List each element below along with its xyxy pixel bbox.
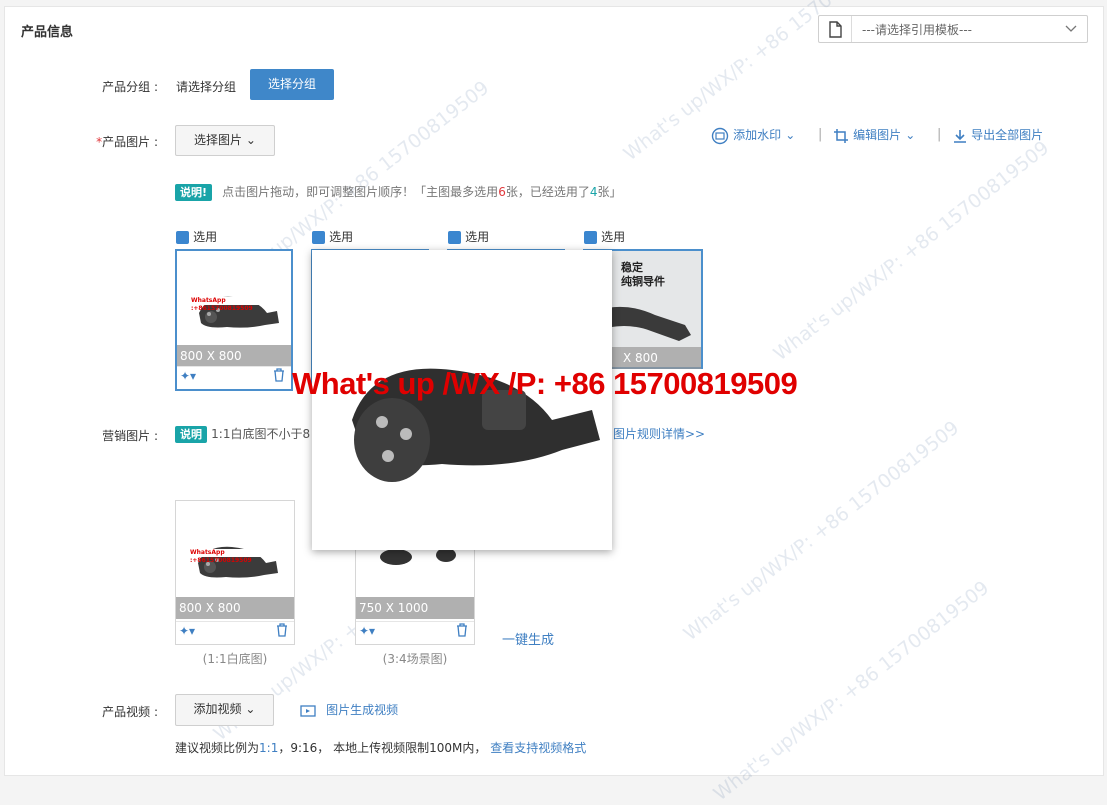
image-size: 750 X 1000 [356, 597, 474, 619]
document-icon [819, 16, 852, 42]
tip-text: 点击图片拖动，即可调整图片顺序！「主图最多选用 [222, 185, 499, 199]
tip-text: 张，已经选用了 [505, 185, 590, 199]
one-click-generate-link[interactable]: 一键生成 [502, 629, 554, 648]
check-icon [584, 231, 597, 244]
note-text: ，9:16， 本地上传视频限制100M内， [278, 741, 487, 755]
card-tools: ✦▾ [176, 621, 294, 644]
export-all-label: 导出全部图片 [971, 128, 1044, 142]
magic-wand-icon[interactable]: ✦▾ [359, 624, 375, 638]
product-images-label: *产品图片 : [68, 133, 158, 150]
check-icon [312, 231, 325, 244]
select-checkbox[interactable]: 选用 [584, 228, 625, 245]
check-icon [176, 231, 189, 244]
download-icon [954, 129, 966, 143]
marketing-badge: 说明 [175, 426, 207, 443]
marketing-image-card[interactable]: WhatsApp :+8615700819509 800 X 800 ✦▾ [175, 500, 295, 645]
marketing-label: 营销图片 : [102, 429, 158, 443]
chevron-down-icon: ⌄ [905, 128, 916, 142]
tip-badge: 说明! [175, 184, 213, 201]
card-tools: ✦▾ [356, 621, 474, 644]
product-image-card[interactable]: WhatsApp :+8615700819509 800 X 800 ✦▾ [175, 249, 293, 391]
video-formats-link[interactable]: 查看支持视频格式 [490, 741, 586, 755]
panel-title: 产品信息 [21, 25, 74, 40]
image-size: 800 X 800 [177, 345, 291, 367]
add-video-label: 添加视频 [193, 702, 242, 716]
crop-icon [834, 128, 848, 143]
watermark-action[interactable]: 添加水印 ⌄ [711, 126, 795, 145]
video-icon [300, 704, 316, 717]
watermark-label: 添加水印 [733, 128, 782, 142]
video-label: 产品视频 : [102, 705, 158, 719]
select-images-label: 选择图片 [194, 133, 243, 147]
image-rules-link[interactable]: 图片规则详情>> [613, 425, 705, 442]
select-checkbox[interactable]: 选用 [312, 228, 353, 245]
whatsapp-banner: WhatsApp :+8615700819509 [190, 549, 280, 564]
watermark-overlay-text: What's up /WX /P: +86 15700819509 [292, 366, 798, 401]
watermark-icon [711, 127, 729, 144]
edit-images-action[interactable]: 编辑图片 ⌄ [833, 126, 915, 144]
select-label: 选用 [193, 230, 218, 244]
connector-image [352, 368, 600, 482]
template-placeholder: ---请选择引用模板--- [862, 23, 972, 37]
chevron-down-icon: ⌄ [245, 133, 256, 147]
select-checkbox[interactable]: 选用 [176, 228, 217, 245]
whatsapp-banner: WhatsApp :+8615700819509 [191, 297, 281, 312]
group-value: 请选择分组 [176, 80, 237, 94]
trash-icon[interactable] [273, 368, 285, 386]
trash-icon[interactable] [276, 623, 288, 641]
tip-text: 张」 [597, 185, 622, 199]
card-tools: ✦▾ [177, 366, 291, 389]
group-label: 产品分组 : [102, 80, 158, 94]
separator: | [818, 127, 823, 142]
image-to-video-action[interactable]: 图片生成视频 [300, 701, 398, 718]
select-label: 选用 [465, 230, 490, 244]
magic-wand-icon[interactable]: ✦▾ [180, 369, 196, 383]
chevron-down-icon: ⌄ [785, 128, 796, 142]
image-caption: (3:4场景图) [382, 652, 448, 666]
image-to-video-label: 图片生成视频 [326, 703, 399, 717]
image-tip: 说明! 点击图片拖动，即可调整图片顺序！「主图最多选用6张，已经选用了4张」 [175, 183, 622, 201]
note-ratio: 1:1 [259, 741, 279, 755]
image-size: 800 X 800 [176, 597, 294, 619]
select-checkbox[interactable]: 选用 [448, 228, 489, 245]
select-label: 选用 [329, 230, 354, 244]
magic-wand-icon[interactable]: ✦▾ [179, 624, 195, 638]
edit-images-label: 编辑图片 [853, 128, 902, 142]
check-icon [448, 231, 461, 244]
video-note: 建议视频比例为1:1，9:16， 本地上传视频限制100M内， 查看支持视频格式 [175, 739, 586, 756]
select-images-button[interactable]: 选择图片 ⌄ [175, 125, 275, 156]
marketing-text: 1:1白底图不小于8 [211, 427, 311, 441]
trash-icon[interactable] [456, 623, 468, 641]
select-label: 选用 [601, 230, 626, 244]
image-caption: (1:1白底图) [202, 652, 268, 666]
marketing-note: 说明 1:1白底图不小于8 [175, 425, 311, 443]
separator: | [937, 127, 942, 142]
template-select[interactable]: ---请选择引用模板--- [818, 15, 1088, 43]
chevron-down-icon [1065, 22, 1077, 38]
export-all-action[interactable]: 导出全部图片 [953, 126, 1043, 143]
add-video-button[interactable]: 添加视频 ⌄ [175, 694, 274, 726]
product-images-label-text: 产品图片 : [102, 135, 158, 149]
note-text: 建议视频比例为 [175, 741, 260, 755]
chevron-down-icon: ⌄ [245, 702, 256, 716]
select-group-button[interactable]: 选择分组 [250, 69, 334, 100]
card-text: 纯铜导件 [621, 275, 665, 288]
tip-max: 6 [498, 185, 506, 199]
